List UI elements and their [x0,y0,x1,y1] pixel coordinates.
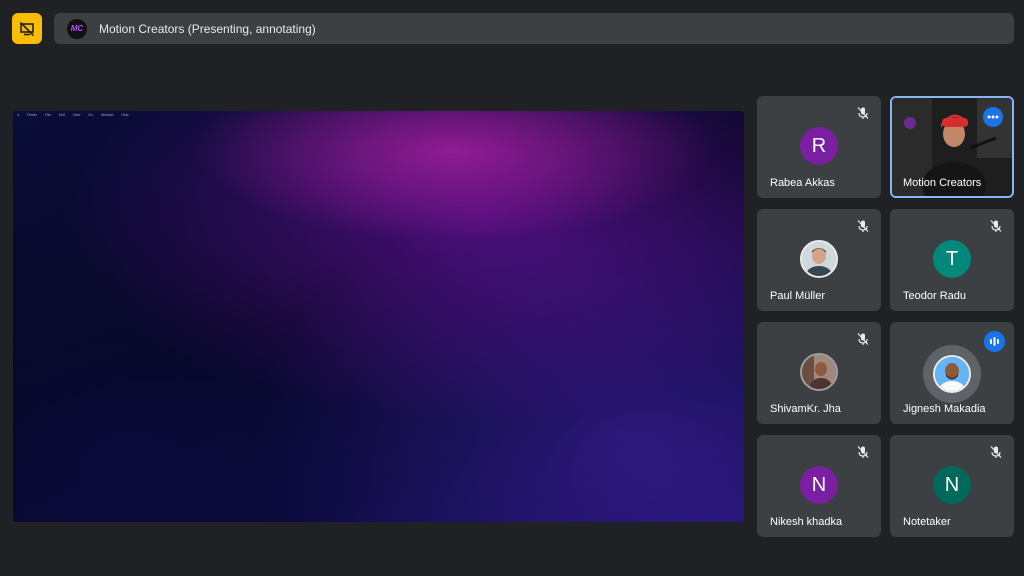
participant-name: Nikesh khadka [770,516,843,528]
avatar-initial: N [811,473,827,496]
more-horiz-icon [987,115,999,119]
participant-name: Rabea Akkas [770,177,835,189]
participant-tile-rabea-akkas[interactable]: R Rabea Akkas [757,96,881,198]
presentation-off-icon [19,21,35,36]
participant-name: Motion Creators [903,177,982,189]
avatar-initial: T [945,247,959,270]
mic-off-icon [855,105,871,121]
avatar-initial: R [811,134,827,157]
menubar-item: Window [100,113,114,117]
presenting-title: Motion Creators (Presenting, annotating) [99,21,316,36]
presenting-banner: MC Motion Creators (Presenting, annotati… [54,13,1014,44]
participant-tile-paul-muller[interactable]: Paul Müller [757,209,881,311]
audio-level-icon [990,337,999,346]
menubar-item: File [45,113,51,117]
avatar: N [800,466,838,504]
participant-name: Teodor Radu [903,290,966,302]
mic-off-icon [855,218,871,234]
avatar [933,355,971,393]
menubar-item: View [72,113,81,117]
avatar [800,353,838,391]
participant-name: ShivamKr. Jha [770,403,841,415]
participant-tile-jignesh-makadia[interactable]: Jignesh Makadia [890,322,1014,424]
presenter-logo: MC [67,18,87,39]
menubar-item: Edit [58,113,65,117]
avatar: T [933,240,971,278]
mic-off-icon [988,218,1004,234]
more-options-button[interactable] [983,107,1003,127]
participant-tile-shivamkr-jha[interactable]: ShivamKr. Jha [757,322,881,424]
avatar [800,240,838,278]
apple-icon: ● [17,113,20,117]
participant-name: Notetaker [903,516,951,528]
participant-name: Paul Müller [770,290,826,302]
participant-tile-teodor-radu[interactable]: T Teodor Radu [890,209,1014,311]
shared-screen: ● Finder File Edit View Go Window Help [13,111,744,522]
menubar-item: Finder [27,113,38,117]
avatar-initial: N [944,473,960,496]
participant-name: Jignesh Makadia [903,403,986,415]
menubar-item: Help [121,113,129,117]
mic-off-icon [988,444,1004,460]
avatar: N [933,466,971,504]
stop-presenting-button[interactable] [12,13,42,44]
mic-off-icon [855,444,871,460]
shared-screen-menubar: ● Finder File Edit View Go Window Help [13,111,744,119]
participant-tile-nikesh-khadka[interactable]: N Nikesh khadka [757,435,881,537]
participant-tile-notetaker[interactable]: N Notetaker [890,435,1014,537]
participant-tile-motion-creators[interactable]: Motion Creators [890,96,1014,198]
menubar-item: Go [88,113,93,117]
mic-off-icon [855,331,871,347]
speaking-indicator [984,331,1005,352]
avatar: R [800,127,838,165]
